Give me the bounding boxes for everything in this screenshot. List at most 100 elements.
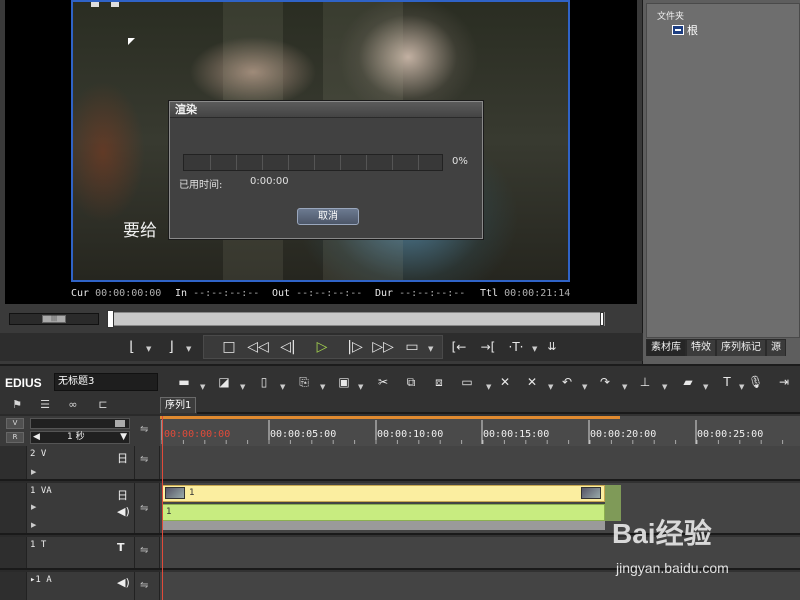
chevron-down-icon[interactable]: ▼: [582, 383, 587, 391]
sync-lock-icon[interactable]: ⇋: [140, 580, 148, 591]
project-name-field[interactable]: 无标题3: [54, 373, 158, 391]
render-dialog-body: 0% 已用时间: 0:00:00 取消: [170, 118, 482, 238]
chevron-down-icon[interactable]: ▼: [280, 383, 285, 391]
sync-lock-icon[interactable]: ⇋: [140, 503, 148, 514]
microphone-icon[interactable]: 🎙: [748, 375, 763, 389]
chevron-down-icon[interactable]: ▼: [320, 383, 325, 391]
chevron-down-icon[interactable]: ▼: [703, 383, 708, 391]
scrubber-handle[interactable]: [107, 310, 114, 328]
fast-forward-icon[interactable]: ▷▷: [370, 337, 396, 357]
chevron-down-icon[interactable]: ▼: [532, 345, 537, 353]
sync-lock-icon[interactable]: ⇋: [140, 424, 148, 435]
zoom-slider[interactable]: [30, 418, 130, 429]
lock-icon[interactable]: V: [6, 418, 24, 429]
scale-left-arrow[interactable]: ◀: [33, 432, 40, 443]
timeline-ruler[interactable]: 00:00:00:00 00:00:05:00 00:00:10:00 00:0…: [160, 416, 800, 446]
set-in-icon[interactable]: ⌊: [124, 337, 140, 357]
marker-icon[interactable]: ▰: [678, 375, 698, 389]
folder-icon: [672, 25, 684, 35]
tab-asset-bin[interactable]: 素材库: [646, 339, 686, 356]
new-file-icon[interactable]: ▯: [257, 375, 271, 389]
sync-lock-icon[interactable]: ⇋: [140, 545, 148, 556]
undo-icon[interactable]: ↶: [560, 375, 574, 389]
track-2v: 2 V ▶ 日 ⇋: [0, 446, 800, 481]
step-forward-icon[interactable]: |▷: [345, 337, 365, 357]
chevron-down-icon[interactable]: ▼: [200, 383, 205, 391]
title-icon[interactable]: T: [720, 375, 734, 389]
export-icon[interactable]: ⇊: [543, 337, 561, 357]
expand-arrow-icon[interactable]: ▶: [31, 521, 36, 529]
chevron-down-icon[interactable]: ▼: [548, 383, 553, 391]
track-body[interactable]: [160, 537, 800, 568]
chevron-down-icon[interactable]: ▼: [428, 345, 433, 353]
split-icon[interactable]: ⊥: [638, 375, 652, 389]
video-mute-icon[interactable]: 日: [117, 450, 128, 466]
tab-sequence-markers[interactable]: 序列标记: [716, 339, 766, 356]
video-mute-icon[interactable]: 日: [117, 487, 128, 503]
audio-clip[interactable]: 1: [162, 504, 605, 521]
ripple-icon[interactable]: ☰: [36, 398, 54, 412]
sync-icon[interactable]: ∞: [64, 398, 82, 412]
mode-icon[interactable]: ⚑: [8, 398, 26, 412]
copy-icon[interactable]: ⧉: [404, 375, 418, 389]
scale-right-arrow[interactable]: ▼: [120, 432, 127, 443]
timeline-scale-select[interactable]: ◀ 1 秒 ▼: [30, 431, 130, 444]
chevron-down-icon[interactable]: ▼: [358, 383, 363, 391]
track-body[interactable]: [160, 572, 800, 600]
tab-sequence-1[interactable]: 序列1: [160, 397, 197, 413]
track-side-strip: [0, 446, 27, 479]
delete-icon[interactable]: ✕: [498, 375, 512, 389]
step-back-icon[interactable]: ◁|: [278, 337, 298, 357]
set-out-icon[interactable]: ⌋: [163, 337, 179, 357]
rewind-icon[interactable]: ◁◁: [246, 337, 270, 357]
shuttle-thumb[interactable]: |||: [42, 315, 66, 323]
export-icon[interactable]: ⇥: [774, 375, 794, 389]
scrubber-end-marker[interactable]: [600, 312, 604, 326]
paste-icon[interactable]: ⧈: [432, 375, 446, 389]
import-icon[interactable]: ⎘: [297, 375, 311, 389]
ruler-label: 00:00:25:00: [697, 429, 764, 440]
track-body[interactable]: [160, 446, 800, 479]
speaker-icon[interactable]: ◀): [117, 505, 130, 518]
zoom-slider-thumb[interactable]: [115, 420, 125, 427]
folder-root-item[interactable]: 根: [672, 23, 698, 37]
ruler-label: 00:00:05:00: [270, 429, 337, 440]
tab-effects[interactable]: 特效: [686, 339, 716, 356]
position-scrubber[interactable]: [108, 312, 605, 326]
video-clip[interactable]: 1: [162, 485, 605, 502]
match-frame-icon[interactable]: [←: [448, 337, 470, 357]
chevron-down-icon[interactable]: ▼: [146, 345, 151, 353]
sync-lock-icon[interactable]: ⇋: [140, 454, 148, 465]
chevron-down-icon[interactable]: ▼: [186, 345, 191, 353]
chevron-down-icon[interactable]: ▼: [622, 383, 627, 391]
title-track-icon[interactable]: T: [117, 541, 125, 554]
timeline-playhead[interactable]: [162, 416, 163, 600]
expand-arrow-icon[interactable]: ▶: [31, 503, 36, 511]
save-icon[interactable]: ▣: [337, 375, 351, 389]
record-icon[interactable]: R: [6, 432, 24, 443]
chevron-down-icon[interactable]: ▼: [739, 383, 744, 391]
clip-end-region: [605, 485, 621, 521]
folder-root-label: 根: [687, 24, 698, 37]
expand-arrow-icon[interactable]: ▶: [31, 468, 36, 476]
chevron-down-icon[interactable]: ▼: [662, 383, 667, 391]
ripple-delete-icon[interactable]: ✕: [525, 375, 539, 389]
loop-icon[interactable]: ▭: [403, 337, 421, 357]
chevron-down-icon[interactable]: ▼: [486, 383, 491, 391]
insert-icon[interactable]: →[: [477, 337, 499, 357]
chevron-down-icon[interactable]: ▼: [240, 383, 245, 391]
cancel-render-button[interactable]: 取消: [297, 208, 359, 225]
cut-icon[interactable]: ✂: [376, 375, 390, 389]
shuttle-slider[interactable]: |||: [9, 313, 99, 325]
snap-icon[interactable]: ⊏: [94, 398, 112, 412]
play-icon[interactable]: ▷: [312, 337, 332, 357]
speaker-icon[interactable]: ◀): [117, 576, 130, 589]
new-sequence-icon[interactable]: ▬: [177, 375, 191, 389]
track-body[interactable]: 1 1: [160, 483, 800, 533]
redo-icon[interactable]: ↷: [598, 375, 612, 389]
stop-icon[interactable]: □: [220, 337, 238, 357]
tab-source[interactable]: 源: [766, 339, 786, 356]
overwrite-icon[interactable]: ·T·: [505, 337, 527, 357]
replace-icon[interactable]: ▭: [460, 375, 474, 389]
open-project-icon[interactable]: ◪: [217, 375, 231, 389]
